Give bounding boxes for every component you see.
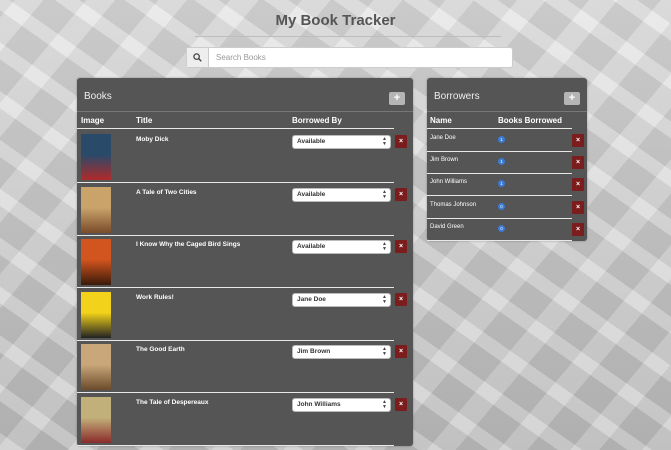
borrowers-panel-header: Borrowers + <box>427 78 587 112</box>
book-title: I Know Why the Caged Bird Sings <box>136 241 241 248</box>
borrower-name: David Green <box>430 223 464 230</box>
borrowed-by-select[interactable]: Available ▲ ▼ <box>292 135 391 149</box>
book-cover-image <box>81 239 111 285</box>
book-cover-image <box>81 186 111 233</box>
books-borrowed-badge: 1 <box>498 136 505 143</box>
book-row: The Good Earth Jim Brown ▲ ▼ × <box>77 340 409 393</box>
books-borrowed-badge: 0 <box>498 224 505 232</box>
borrowed-by-select[interactable]: Jane Doe ▲ ▼ <box>292 292 391 307</box>
book-title: A Tale of Two Cities <box>136 188 197 196</box>
column-header-image: Image <box>81 116 105 125</box>
delete-borrower-button[interactable]: × <box>572 222 584 236</box>
books-borrowed-badge: 1 <box>498 158 505 166</box>
select-caret-icon: ▲ ▼ <box>382 346 387 357</box>
search-bar <box>186 47 513 68</box>
borrower-row: David Green 0 × <box>427 218 584 241</box>
borrowed-by-value: Available <box>297 243 326 250</box>
books-borrowed-badge: 1 <box>498 180 505 188</box>
book-row: A Tale of Two Cities Available ▲ ▼ × <box>77 183 409 236</box>
borrowers-panel-title: Borrowers <box>434 91 480 102</box>
column-header-borrowed-by: Borrowed By <box>292 116 342 125</box>
borrowed-by-value: Jane Doe <box>297 295 326 303</box>
header-divider <box>77 128 394 129</box>
row-divider <box>427 239 572 241</box>
delete-borrower-button[interactable]: × <box>572 156 584 170</box>
title-divider <box>195 36 501 37</box>
delete-borrower-button[interactable]: × <box>572 178 584 192</box>
delete-book-button[interactable]: × <box>395 135 407 148</box>
book-cover-image <box>81 396 111 443</box>
delete-borrower-button[interactable]: × <box>572 200 584 214</box>
column-header-name: Name <box>430 116 452 125</box>
borrower-name: John Williams <box>430 179 468 186</box>
book-cover-image <box>81 134 111 180</box>
borrower-row: Jane Doe 1 × <box>427 129 584 152</box>
borrower-name: Thomas Johnson <box>430 201 477 208</box>
borrowed-by-value: Available <box>297 190 326 198</box>
add-borrower-button[interactable]: + <box>564 92 580 105</box>
search-icon[interactable] <box>187 48 209 67</box>
book-row: I Know Why the Caged Bird Sings Availabl… <box>77 235 409 288</box>
borrower-row: Jim Brown 1 × <box>427 151 584 175</box>
books-borrowed-badge: 0 <box>498 202 505 210</box>
borrower-row: Thomas Johnson 0 × <box>427 196 584 219</box>
book-title: Work Rules! <box>136 293 174 301</box>
delete-book-button[interactable]: × <box>395 187 407 201</box>
page-title: My Book Tracker <box>275 12 396 29</box>
delete-book-button[interactable]: × <box>395 292 407 306</box>
delete-book-button[interactable]: × <box>395 240 407 253</box>
borrowed-by-value: Jim Brown <box>297 348 331 355</box>
select-caret-icon: ▲ ▼ <box>382 293 387 305</box>
column-header-books-borrowed: Books Borrowed <box>498 116 563 125</box>
borrowers-panel: Borrowers + Name Books Borrowed Jane Doe… <box>427 78 587 241</box>
book-title: Moby Dick <box>136 136 169 143</box>
add-book-button[interactable]: + <box>389 92 405 105</box>
borrower-row: John Williams 1 × <box>427 173 584 197</box>
book-cover-image <box>81 344 111 390</box>
delete-borrower-button[interactable]: × <box>572 134 584 147</box>
select-caret-icon: ▲ ▼ <box>382 188 387 200</box>
book-row: Work Rules! Jane Doe ▲ ▼ × <box>77 288 409 341</box>
delete-book-button[interactable]: × <box>395 397 407 411</box>
search-input[interactable] <box>209 48 512 67</box>
borrowed-by-select[interactable]: John Williams ▲ ▼ <box>292 397 391 412</box>
delete-book-button[interactable]: × <box>395 345 407 358</box>
book-title: The Tale of Despereaux <box>136 398 209 406</box>
borrowed-by-select[interactable]: Available ▲ ▼ <box>292 187 391 202</box>
select-caret-icon: ▲ ▼ <box>382 241 387 252</box>
book-row: Moby Dick Available ▲ ▼ × <box>77 130 409 183</box>
books-panel-title: Books <box>84 91 112 102</box>
book-row: The Tale of Despereaux John Williams ▲ ▼ … <box>77 393 409 446</box>
books-panel: Books + Image Title Borrowed By Moby Dic… <box>77 78 413 446</box>
book-title: The Good Earth <box>136 346 185 353</box>
select-caret-icon: ▲ ▼ <box>382 136 387 147</box>
select-caret-icon: ▲ ▼ <box>382 398 387 410</box>
books-panel-header: Books + <box>77 78 413 112</box>
borrowed-by-select[interactable]: Jim Brown ▲ ▼ <box>292 345 391 359</box>
borrowed-by-select[interactable]: Available ▲ ▼ <box>292 240 391 254</box>
book-cover-image <box>81 291 111 338</box>
borrower-name: Jane Doe <box>430 135 456 141</box>
row-divider <box>77 444 394 446</box>
column-header-title: Title <box>136 116 153 125</box>
borrowed-by-value: Available <box>297 138 326 145</box>
borrower-name: Jim Brown <box>430 157 459 164</box>
borrowed-by-value: John Williams <box>297 400 341 408</box>
